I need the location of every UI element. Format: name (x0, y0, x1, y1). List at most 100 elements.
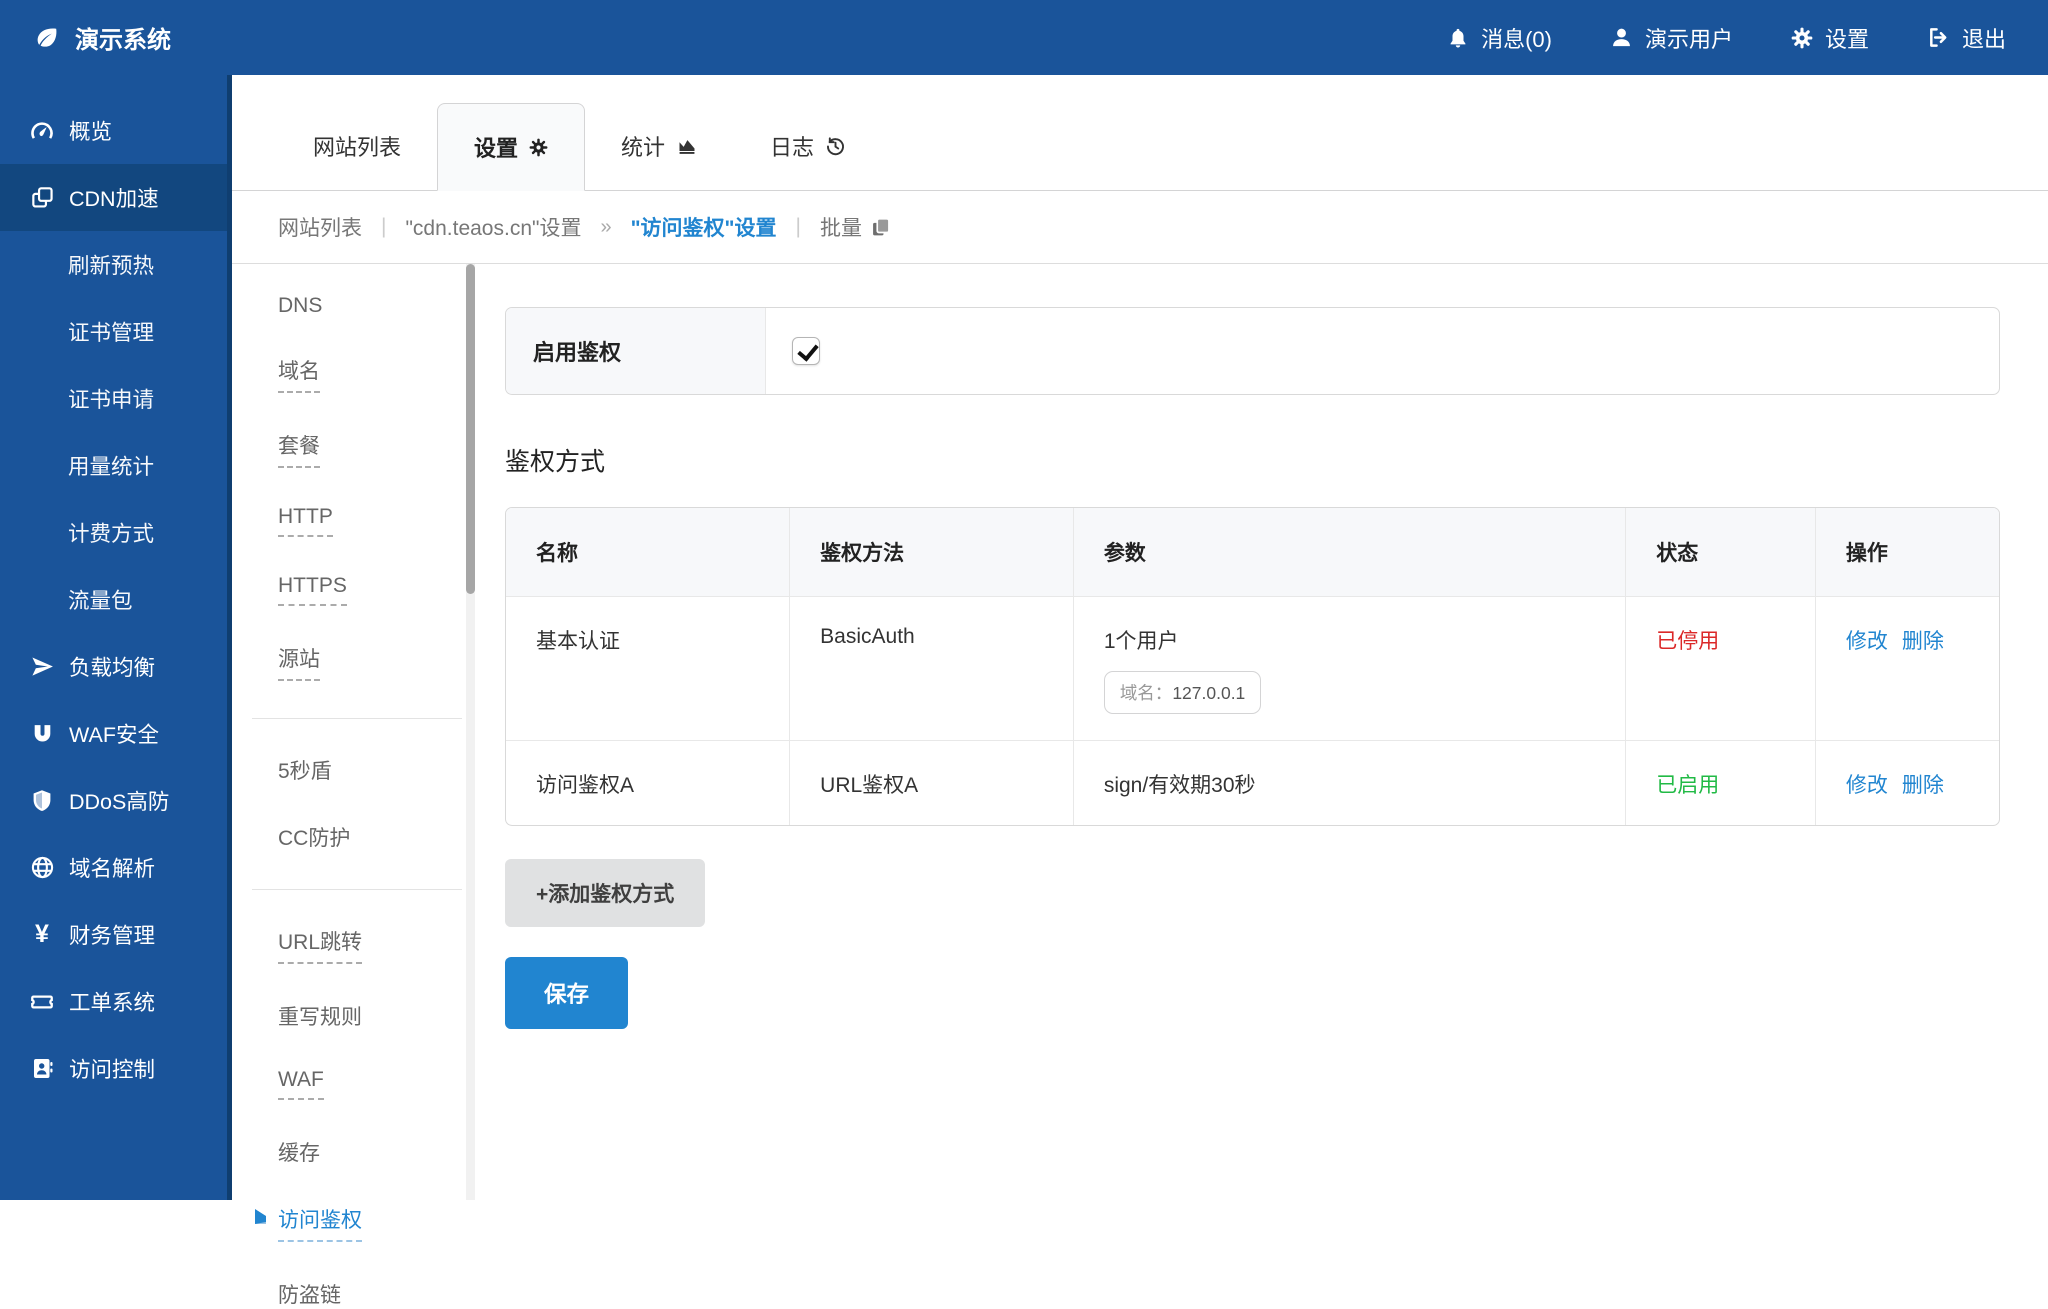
status-badge: 已启用 (1626, 741, 1816, 826)
tab-label: 日志 (770, 130, 814, 162)
copy-icon (871, 217, 891, 238)
settings-nav-scrollbar[interactable] (466, 264, 475, 1200)
yen-icon: ¥ (28, 922, 56, 947)
settings-nav-item-5s-shield[interactable]: 5秒盾 (278, 755, 466, 785)
scrollbar-thumb[interactable] (466, 264, 475, 594)
breadcrumb-site-settings[interactable]: "cdn.teaos.cn"设置 (405, 212, 581, 242)
messages-button[interactable]: 消息(0) (1447, 22, 1552, 54)
sidebar-item-cert-apply[interactable]: 证书申请 (0, 365, 232, 432)
operations-cell: 修改删除 (1815, 741, 1999, 826)
top-bar: 演示系统 消息(0) 演示用户 设置 退出 (0, 0, 2048, 75)
column-header-name: 名称 (506, 508, 790, 597)
area-chart-icon (676, 136, 698, 156)
settings-nav-label: 缓存 (278, 1137, 320, 1167)
tab-label: 统计 (621, 130, 665, 162)
tab-label: 网站列表 (313, 130, 401, 162)
id-card-icon (28, 1056, 56, 1081)
sidebar-item-finance[interactable]: ¥ 财务管理 (0, 901, 232, 968)
settings-nav-label: URL跳转 (278, 926, 362, 964)
table-row: 访问鉴权A URL鉴权A sign/有效期30秒 已启用 修改删除 (506, 741, 1999, 826)
settings-nav-divider (252, 718, 462, 719)
settings-button[interactable]: 设置 (1791, 22, 1869, 54)
paper-plane-icon (28, 654, 56, 679)
user-label: 演示用户 (1645, 22, 1733, 54)
tab-site-list[interactable]: 网站列表 (277, 102, 437, 190)
breadcrumb-batch-button[interactable]: 批量 (820, 212, 891, 242)
settings-nav-item-cache[interactable]: 缓存 (278, 1137, 466, 1167)
settings-nav-item-waf[interactable]: WAF (278, 1068, 466, 1100)
settings-nav-item-access-auth[interactable]: 访问鉴权 (278, 1204, 466, 1242)
settings-nav: DNS 域名 套餐 HTTP HTTPS 源站 5秒盾 CC防护 URL跳转 重… (232, 264, 466, 1200)
settings-nav-label: 5秒盾 (278, 755, 332, 785)
sidebar-item-cert-manage[interactable]: 证书管理 (0, 298, 232, 365)
settings-nav-label: HTTP (278, 505, 333, 537)
sidebar-item-ddos[interactable]: DDoS高防 (0, 767, 232, 834)
enable-auth-checkbox[interactable] (792, 337, 820, 365)
topbar-menu: 消息(0) 演示用户 设置 退出 (1447, 22, 2048, 54)
domain-tag-value: 127.0.0.1 (1172, 683, 1245, 703)
settings-nav-item-http[interactable]: HTTP (278, 505, 466, 537)
user-menu-button[interactable]: 演示用户 (1610, 22, 1733, 54)
tab-logs[interactable]: 日志 (734, 102, 882, 190)
settings-nav-item-plan[interactable]: 套餐 (278, 430, 466, 468)
sidebar-item-cdn[interactable]: CDN加速 (0, 164, 232, 231)
delete-link[interactable]: 删除 (1902, 630, 1944, 653)
sidebar-item-label: 访问控制 (69, 1053, 155, 1084)
settings-nav-item-url-redirect[interactable]: URL跳转 (278, 926, 466, 964)
tab-settings[interactable]: 设置 (437, 103, 585, 191)
tab-label: 设置 (474, 131, 518, 163)
sidebar-item-label: 域名解析 (69, 852, 155, 883)
breadcrumb-current[interactable]: "访问鉴权"设置 (631, 212, 777, 242)
auth-methods-title: 鉴权方式 (505, 442, 2000, 478)
breadcrumb: 网站列表 | "cdn.teaos.cn"设置 » "访问鉴权"设置 | 批量 (232, 191, 2048, 264)
domain-tag-label: 域名： (1120, 683, 1173, 703)
settings-nav-item-dns[interactable]: DNS (278, 294, 466, 318)
sidebar-item-traffic-pack[interactable]: 流量包 (0, 566, 232, 633)
brand-label: 演示系统 (75, 20, 171, 55)
save-button[interactable]: 保存 (505, 957, 628, 1029)
sidebar-item-overview[interactable]: 概览 (0, 97, 232, 164)
sidebar-item-label: 流量包 (68, 584, 133, 615)
ticket-icon (28, 989, 56, 1015)
params-summary: 1个用户 (1104, 625, 1615, 655)
column-header-params: 参数 (1073, 508, 1625, 597)
delete-link[interactable]: 删除 (1902, 774, 1944, 797)
sidebar-item-access-control[interactable]: 访问控制 (0, 1035, 232, 1102)
shield-icon (28, 788, 56, 813)
settings-nav-item-rewrite-rules[interactable]: 重写规则 (278, 1001, 466, 1031)
sign-out-icon (1927, 26, 1950, 49)
magnet-icon (28, 721, 56, 746)
logout-button[interactable]: 退出 (1927, 22, 2006, 54)
sidebar-item-label: 概览 (69, 115, 112, 146)
sidebar-item-tickets[interactable]: 工单系统 (0, 968, 232, 1035)
gear-icon (529, 138, 548, 157)
settings-nav-item-origin[interactable]: 源站 (278, 643, 466, 681)
tab-bar: 网站列表 设置 统计 日志 (232, 75, 2048, 191)
column-header-operations: 操作 (1815, 508, 1999, 597)
edit-link[interactable]: 修改 (1846, 630, 1888, 653)
add-auth-method-button[interactable]: +添加鉴权方式 (505, 859, 705, 927)
settings-nav-item-https[interactable]: HTTPS (278, 574, 466, 606)
sidebar-item-label: CDN加速 (69, 182, 159, 213)
gauge-icon (28, 118, 56, 144)
settings-nav-item-domains[interactable]: 域名 (278, 355, 466, 393)
sidebar-item-refresh-prewarm[interactable]: 刷新预热 (0, 231, 232, 298)
settings-nav-label: 防盗链 (278, 1279, 341, 1309)
brand[interactable]: 演示系统 (0, 20, 232, 55)
settings-nav-item-hotlink-protect[interactable]: 防盗链 (278, 1279, 466, 1309)
sidebar-item-billing-method[interactable]: 计费方式 (0, 499, 232, 566)
sidebar-item-usage-stats[interactable]: 用量统计 (0, 432, 232, 499)
tab-statistics[interactable]: 统计 (585, 102, 734, 190)
sidebar-item-label: DDoS高防 (69, 785, 169, 816)
sidebar-item-load-balancer[interactable]: 负载均衡 (0, 633, 232, 700)
sidebar-item-label: 证书管理 (68, 316, 154, 347)
auth-params-cell: sign/有效期30秒 (1073, 741, 1625, 826)
settings-nav-label: WAF (278, 1068, 324, 1100)
settings-nav-item-cc-protect[interactable]: CC防护 (278, 822, 466, 852)
edit-link[interactable]: 修改 (1846, 774, 1888, 797)
active-triangle-icon (255, 1209, 266, 1224)
bell-icon (1447, 26, 1469, 50)
breadcrumb-site-list[interactable]: 网站列表 (278, 212, 362, 242)
sidebar-item-dns[interactable]: 域名解析 (0, 834, 232, 901)
sidebar-item-waf[interactable]: WAF安全 (0, 700, 232, 767)
